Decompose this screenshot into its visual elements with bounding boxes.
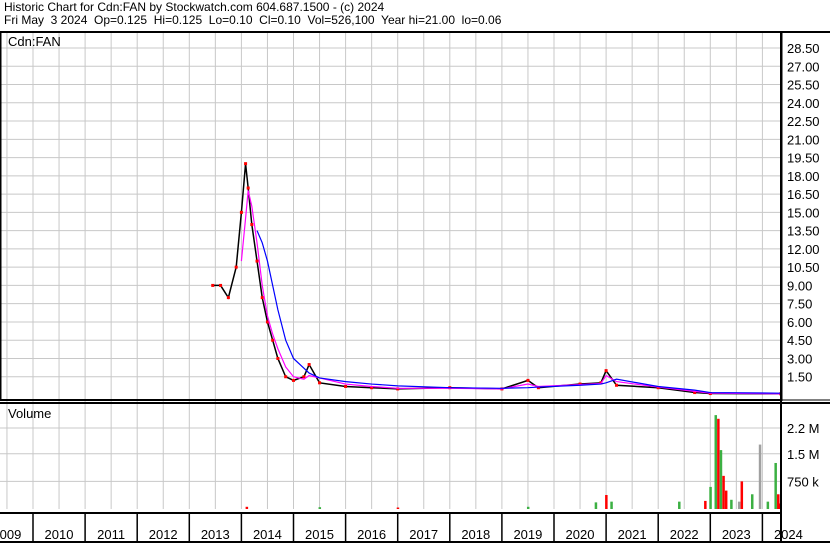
volume-bar [774,462,777,509]
volume-bar [737,501,741,509]
close-marker [526,378,530,382]
volume-bar [709,486,712,509]
year-label: 2018 [461,527,490,542]
close-marker [244,162,248,166]
close-marker [271,338,275,342]
price-tick-label: 27.00 [787,59,820,74]
symbol-label: Cdn:FAN [8,34,61,49]
volume-bar [714,415,718,509]
year-label: 2022 [670,527,699,542]
price-tick-label: 18.00 [787,169,820,184]
year-label: 2014 [253,527,282,542]
volume-bar [740,481,744,509]
volume-label: Volume [8,406,51,421]
series-line-short-ma [240,190,781,395]
year-label: 2012 [149,527,178,542]
volume-bar [396,507,400,509]
close-marker [255,259,259,263]
close-marker [604,369,608,373]
price-tick-label: 25.50 [787,78,820,93]
chart-canvas: 1.50 3.00 4.50 6.00 7.50 9.00 10.50 12.00 13.50 1… [0,31,830,543]
volume-bar [678,501,681,509]
price-tick-label: 28.50 [787,41,820,56]
close-marker [239,210,243,214]
price-tick-label: 21.00 [787,132,820,147]
stock-chart: Historic Chart for Cdn:FAN by Stockwatch… [0,0,830,543]
price-tick-label: 16.50 [787,187,820,202]
price-tick-label: 12.00 [787,242,820,257]
close-marker [307,363,311,367]
volume-bar [605,495,608,509]
close-marker [226,296,230,300]
price-tick-label: 10.50 [787,260,820,275]
price-tick-label: 4.50 [787,333,812,348]
volume-bar [722,475,725,509]
volume-bar [526,506,530,509]
price-panel-frame [0,31,783,401]
close-marker [292,378,295,382]
close-marker [276,356,280,360]
volume-tick-label: 2.2 M [787,421,820,436]
close-marker [344,384,348,388]
close-marker [284,375,288,379]
close-marker [250,223,254,227]
volume-bar [730,499,733,509]
year-label: 2013 [201,527,230,542]
year-label: 2011 [97,527,125,542]
price-tick-label: 22.50 [787,114,820,129]
volume-bar [758,444,762,509]
year-label: 2015 [305,527,334,542]
volume-bar [717,418,720,509]
series-line-close [212,163,781,395]
price-tick-label: 7.50 [787,297,812,312]
year-label: 2023 [722,527,751,542]
close-marker [615,383,619,387]
close-marker [219,283,223,287]
price-tick-label: 9.00 [787,278,812,293]
year-label: 2016 [357,527,386,542]
year-label: 2010 [45,527,74,542]
close-marker [260,296,264,300]
year-label: 2021 [618,527,647,542]
volume-bar [245,506,249,509]
volume-bar [594,502,598,509]
year-label: 2017 [409,527,438,542]
price-tick-label: 13.50 [787,224,820,239]
volume-tick-label: 750 k [787,474,819,489]
price-tick-label: 19.50 [787,151,820,166]
close-marker [318,381,322,385]
volume-bar [719,450,723,509]
close-marker [234,265,238,269]
close-marker [211,283,215,287]
year-label: 2009 [0,527,21,542]
volume-tick-label: 1.5 M [787,447,820,462]
price-tick-label: 15.00 [787,205,820,220]
price-tick-label: 1.50 [787,370,812,385]
volume-bar [724,490,728,509]
volume-bar [750,494,754,509]
volume-bar [318,507,322,509]
price-tick-label: 6.00 [787,315,812,330]
price-tick-label: 3.00 [787,351,812,366]
year-label: 2019 [513,527,542,542]
volume-bar [766,501,770,509]
series-line-long-ma [256,230,781,394]
year-label: 2024 [774,527,803,542]
volume-bar [610,501,613,509]
price-tick-label: 24.00 [787,96,820,111]
volume-bar [704,500,707,509]
close-marker [246,186,250,190]
year-label: 2020 [566,527,595,542]
